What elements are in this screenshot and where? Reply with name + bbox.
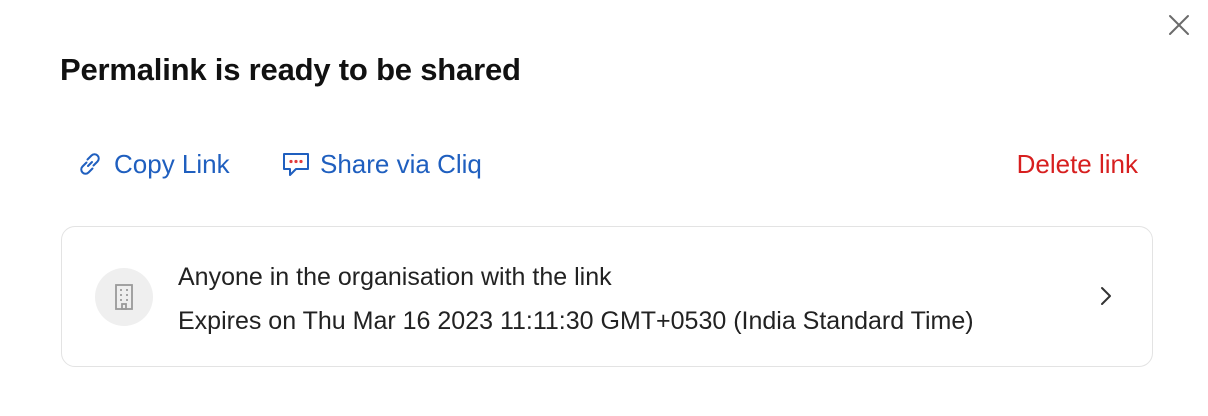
chat-bubble-icon xyxy=(280,148,312,180)
share-via-cliq-button[interactable]: Share via Cliq xyxy=(280,140,482,188)
delete-link-label: Delete link xyxy=(1016,148,1138,179)
dialog-title: Permalink is ready to be shared xyxy=(60,52,521,87)
access-details: Anyone in the organisation with the link… xyxy=(178,255,974,343)
close-icon xyxy=(1169,15,1189,35)
expiry-text: Expires on Thu Mar 16 2023 11:11:30 GMT+… xyxy=(178,307,974,335)
copy-link-button[interactable]: Copy Link xyxy=(74,140,230,188)
chevron-right-icon xyxy=(1096,283,1116,309)
share-via-cliq-label: Share via Cliq xyxy=(320,148,482,179)
delete-link-button[interactable]: Delete link xyxy=(1017,140,1138,188)
close-button[interactable] xyxy=(1166,12,1192,38)
share-actions: Copy Link Share via Cliq Delete link xyxy=(60,140,1150,188)
copy-link-label: Copy Link xyxy=(114,148,230,179)
organisation-avatar xyxy=(95,268,153,326)
link-access-card[interactable]: Anyone in the organisation with the link… xyxy=(61,226,1153,367)
link-icon xyxy=(74,148,106,180)
building-icon xyxy=(115,284,133,310)
permalink-dialog: Permalink is ready to be shared Copy Lin… xyxy=(0,0,1208,416)
access-scope: Anyone in the organisation with the link xyxy=(178,263,612,291)
